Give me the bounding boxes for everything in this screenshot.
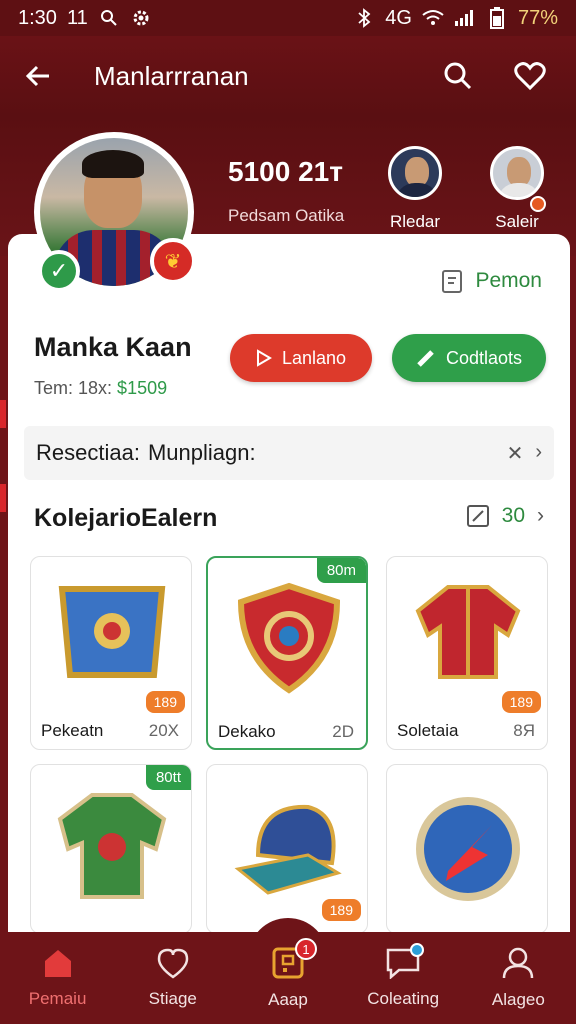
bluetooth-icon xyxy=(353,7,375,29)
item-count-badge: 189 xyxy=(321,899,361,921)
nav-item-profile[interactable]: Alageo xyxy=(463,946,573,1010)
profile-card: Pemon Manka Kaan Tem: 18x: $1509 Lanlano… xyxy=(8,234,570,934)
user-icon xyxy=(503,947,534,979)
armor-icon xyxy=(415,585,521,679)
edit-icon xyxy=(466,505,489,527)
online-dot xyxy=(530,196,546,212)
item-name: Pekeatn xyxy=(41,721,104,740)
favorite-button[interactable] xyxy=(508,54,552,98)
primary-action-button[interactable]: Lanlano xyxy=(230,334,372,382)
resection-value: Munpliagn: xyxy=(147,440,256,465)
item-name: Dekako xyxy=(218,722,276,741)
nav-label: Stiage xyxy=(148,989,197,1008)
stat-value: 5100 21т xyxy=(228,156,343,187)
heart-icon xyxy=(514,62,546,91)
search-icon xyxy=(444,62,472,90)
item-count-badge: 189 xyxy=(501,691,541,713)
profile-stat: 5100 21т Pedsam Oatika xyxy=(228,156,344,226)
item-tile[interactable]: 189 xyxy=(206,764,368,934)
item-meta: 2D xyxy=(332,722,354,741)
resection-row[interactable]: Resectiaa: Munpliagn: ✕ › xyxy=(24,426,554,480)
heart-icon xyxy=(157,948,189,979)
battery-icon xyxy=(486,7,508,29)
contacts-label: Codtlaots xyxy=(445,347,523,368)
item-meta: 8Я xyxy=(513,721,535,740)
round-shield-icon xyxy=(416,797,520,901)
search-button[interactable] xyxy=(436,54,480,98)
top-app-bar: Manlarrranan xyxy=(0,36,576,116)
item-tile[interactable] xyxy=(386,764,548,934)
nav-badge: 1 xyxy=(294,938,317,960)
status-network: 4G xyxy=(385,6,412,29)
nav-label: Alageo xyxy=(491,990,545,1009)
collection-count: 30 xyxy=(501,504,525,527)
item-name: Soletaia xyxy=(397,721,459,740)
home-icon xyxy=(44,950,71,977)
status-battery: 77% xyxy=(517,6,558,29)
resection-label: Resectiaa: xyxy=(36,440,140,465)
gear-icon xyxy=(130,7,152,29)
wifi-icon xyxy=(422,7,444,29)
item-tile[interactable]: 189 Soletaia 8Я xyxy=(386,556,548,750)
subline-prefix: Tem: 18x: xyxy=(34,378,113,398)
collection-more[interactable]: 30 › xyxy=(466,504,544,528)
friend-label: Rledar xyxy=(389,212,441,231)
back-button[interactable] xyxy=(24,56,64,96)
arrow-left-icon xyxy=(25,65,49,87)
nav-label: Pemaiu xyxy=(28,989,87,1008)
contacts-button[interactable]: Codtlaots xyxy=(392,334,546,382)
edge-marker xyxy=(0,400,6,428)
vest-icon xyxy=(57,793,167,899)
bottom-nav: Pemaiu Stiage 1 Aaap Coleating Alageo xyxy=(0,932,576,1024)
verified-check-icon: ✓ xyxy=(38,250,80,292)
status-bar: 1:30 11 4G 77% xyxy=(0,0,576,36)
collection-title: KolejarioEalern xyxy=(34,504,218,532)
friend-avatar-1[interactable]: Rledar xyxy=(388,146,442,232)
signal-icon xyxy=(454,7,476,29)
nav-item-home[interactable]: Pemaiu xyxy=(3,947,113,1009)
pencil-icon xyxy=(417,350,434,367)
profile-name: Manka Kaan xyxy=(34,332,192,362)
shield-icon xyxy=(237,582,341,694)
nav-item-app[interactable]: 1 Aaap xyxy=(233,938,343,1010)
status-left: 1:30 11 xyxy=(18,7,152,30)
friend-avatar-2[interactable]: Saleir xyxy=(490,146,546,232)
dollar-icon: $ xyxy=(117,378,128,398)
nav-item-stage[interactable]: Stiage xyxy=(118,947,228,1009)
page-title: Manlarrranan xyxy=(94,60,249,91)
status-extra: 11 xyxy=(66,6,88,29)
item-count-badge: 189 xyxy=(145,691,185,713)
stat-label: Pedsam Oatika xyxy=(228,206,345,225)
primary-action-label: Lanlano xyxy=(281,347,347,368)
club-badge-icon: ❦ xyxy=(150,238,196,284)
search-icon xyxy=(98,7,120,29)
pemon-link[interactable]: Pemon xyxy=(441,268,542,294)
edge-marker xyxy=(0,484,6,512)
item-meta: 20X xyxy=(148,721,179,740)
friend-avatar-image xyxy=(490,146,544,200)
friend-avatar-image xyxy=(388,146,442,200)
chevron-right-icon: › xyxy=(535,440,542,463)
pemon-label: Pemon xyxy=(475,269,542,292)
banner-icon xyxy=(58,586,166,678)
notification-dot xyxy=(410,943,425,957)
chevron-right-icon: › xyxy=(537,504,544,527)
resection-icons: ✕ › xyxy=(507,441,542,466)
profile-subline: Tem: 18x: $1509 xyxy=(34,378,167,399)
status-right: 4G 77% xyxy=(353,7,558,30)
subline-value: 1509 xyxy=(127,378,168,398)
item-tile-selected[interactable]: 80m Dekako 2D xyxy=(206,556,368,750)
pin-icon: ✕ xyxy=(506,442,524,465)
item-tile[interactable]: 189 Pekeatn 20X xyxy=(30,556,192,750)
friend-label: Saleir xyxy=(495,212,539,231)
edit-doc-icon xyxy=(442,270,463,293)
status-time: 1:30 xyxy=(18,6,57,29)
item-tile[interactable]: 80tt xyxy=(30,764,192,934)
nav-label: Coleating xyxy=(367,989,440,1008)
play-icon xyxy=(256,349,272,367)
nav-item-chat[interactable]: Coleating xyxy=(348,943,458,1009)
cap-icon xyxy=(234,804,342,895)
nav-label: Aaap xyxy=(268,990,308,1009)
